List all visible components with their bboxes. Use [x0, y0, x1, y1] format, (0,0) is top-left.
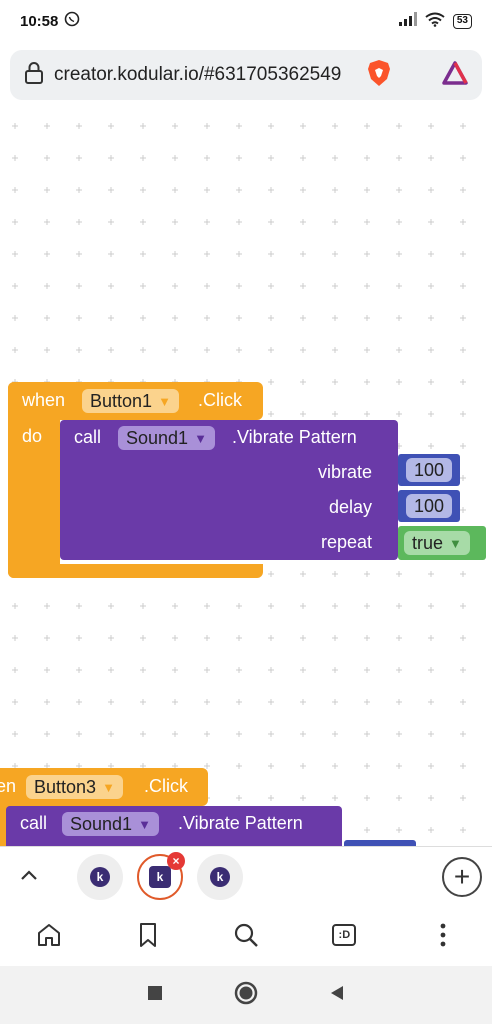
lock-icon[interactable]	[24, 61, 44, 90]
menu-button[interactable]	[419, 911, 467, 959]
status-icons: 53	[398, 12, 472, 31]
tab-strip: k k × k +	[0, 846, 492, 904]
kodular-icon: k	[210, 867, 230, 887]
number-block-delay[interactable]: 100	[398, 490, 460, 522]
kodular-icon: k	[149, 866, 171, 888]
back-button[interactable]	[328, 984, 346, 1007]
bookmark-icon	[139, 923, 156, 947]
new-tab-button[interactable]: +	[442, 857, 482, 897]
method-name: .Vibrate Pattern	[232, 427, 357, 447]
rewards-icon[interactable]	[442, 60, 468, 90]
url-text[interactable]: creator.kodular.io/#631705362549	[54, 64, 354, 86]
blocks-workspace[interactable]: when Button1 ▼ .Click do call Sound1 ▼ .Vi…	[0, 110, 492, 846]
search-button[interactable]	[222, 911, 270, 959]
dropdown-arrow-icon: ▼	[449, 535, 462, 551]
tab-switcher-button[interactable]: :D	[320, 911, 368, 959]
dropdown-arrow-icon: ▼	[194, 430, 207, 446]
tab-kodular-1[interactable]: k	[77, 854, 123, 900]
number-field-delay[interactable]: 100	[406, 494, 452, 518]
close-tab-icon[interactable]: ×	[167, 852, 185, 870]
system-nav-bar	[0, 966, 492, 1024]
component-dropdown-button1[interactable]: Button1 ▼	[82, 389, 179, 413]
more-vert-icon	[440, 923, 446, 947]
number-block-vibrate[interactable]: 100	[398, 454, 460, 486]
signal-icon	[398, 12, 417, 30]
home-icon	[38, 924, 61, 946]
circle-icon	[234, 981, 258, 1004]
component-dropdown-button3[interactable]: Button3 ▼	[26, 775, 123, 799]
brave-shields-icon[interactable]	[366, 59, 392, 92]
whatsapp-icon	[64, 11, 80, 31]
boolean-block-repeat[interactable]: true ▼	[398, 526, 486, 560]
back-triangle-icon	[331, 985, 343, 1000]
dropdown-arrow-icon: ▼	[102, 779, 115, 795]
status-bar: 10:58 53	[0, 0, 492, 42]
tab-kodular-active[interactable]: k ×	[137, 852, 185, 900]
status-time: 10:58	[20, 12, 59, 30]
tab-kodular-3[interactable]: k	[197, 854, 243, 900]
param-label-repeat: repeat	[320, 532, 372, 552]
kodular-icon: k	[90, 867, 110, 887]
browser-bottom-nav: :D	[0, 904, 492, 966]
screen: 10:58 53 creator.kodular.io/#63170536254…	[0, 0, 492, 1024]
method-name-2: .Vibrate Pattern	[178, 813, 303, 833]
home-button[interactable]	[25, 911, 73, 959]
call-keyword-2: call	[20, 813, 48, 833]
do-keyword: do	[22, 426, 43, 446]
when-keyword: when	[22, 390, 66, 410]
wifi-icon	[425, 12, 445, 31]
dropdown-arrow-icon: ▼	[138, 816, 151, 832]
search-icon	[234, 923, 258, 947]
boolean-dropdown-true[interactable]: true ▼	[404, 531, 470, 555]
call-block-vibrate-pattern[interactable]: call Sound1 ▼ .Vibrate Pattern vibrate de…	[60, 420, 398, 560]
call-keyword: call	[74, 427, 102, 447]
recents-button[interactable]	[146, 984, 164, 1007]
when-keyword-partial: en	[0, 776, 17, 796]
tab-count: :D	[332, 924, 357, 946]
event-name: .Click	[198, 390, 242, 410]
component-dropdown-sound1[interactable]: Sound1 ▼	[118, 426, 215, 450]
number-field-vibrate[interactable]: 100	[406, 458, 452, 482]
battery-indicator: 53	[452, 13, 472, 29]
address-bar[interactable]: creator.kodular.io/#631705362549	[10, 50, 482, 100]
home-system-button[interactable]	[234, 981, 258, 1010]
param-label-vibrate: vibrate	[317, 462, 372, 482]
param-label-delay: delay	[328, 497, 372, 517]
dropdown-arrow-icon: ▼	[158, 393, 171, 409]
square-icon	[148, 985, 162, 1000]
event-name-2: .Click	[144, 776, 188, 796]
component-dropdown-sound1-2[interactable]: Sound1 ▼	[62, 812, 159, 836]
call-block-vibrate-pattern-2[interactable]: call Sound1 ▼ .Vibrate Pattern	[6, 806, 342, 846]
bookmark-button[interactable]	[124, 911, 172, 959]
chevron-up-icon[interactable]	[18, 864, 40, 891]
